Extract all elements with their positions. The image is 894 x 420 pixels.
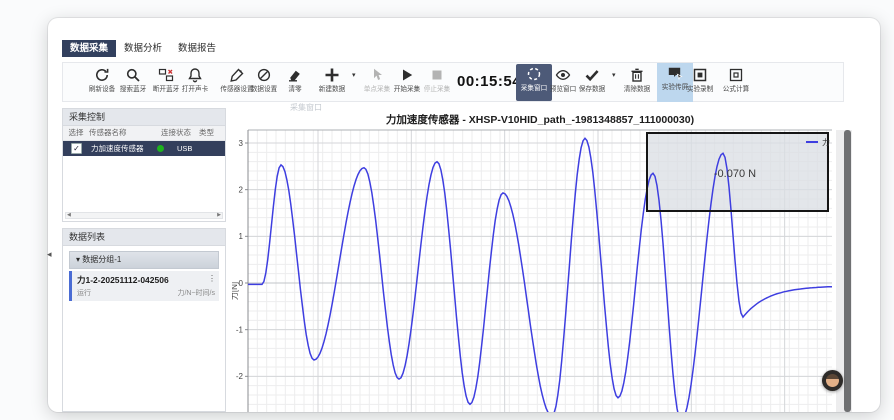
collection-control-title: 采集控制 [63, 109, 225, 126]
toolbar-button-停止采集[interactable]: 停止采集 [415, 65, 459, 99]
svg-text:2: 2 [239, 185, 244, 194]
chart-area: 采集窗口 力加速度传感器 - XHSP-V10HID_path_-1981348… [232, 102, 852, 412]
svg-text:-2: -2 [236, 372, 244, 381]
scroll-right-icon[interactable]: ▶ [217, 213, 221, 218]
eye-icon [555, 67, 571, 83]
toolbar-label: 停止采集 [416, 84, 458, 94]
collection-control-panel: 采集控制 选择传感器名称连接状态类型 ✓ 力加速度传感器 USB ◀ ▶ [62, 108, 226, 222]
toolbar-button-清除数据[interactable]: 清除数据 [615, 65, 659, 99]
sensor-type: USB [177, 144, 192, 153]
timer-display: 00:15:54 [457, 63, 511, 101]
vertical-scrollbar[interactable] [836, 130, 852, 412]
bluetooth-off-icon [158, 67, 174, 83]
page-background: 数据采集数据分析数据报告 00:15:54 刷新设备搜索蓝牙断开蓝牙打开声卡传感… [0, 0, 894, 420]
bell-icon [187, 67, 203, 83]
pointer-icon [369, 67, 385, 83]
record-icon [692, 67, 708, 83]
data-list-items: 力1-2-20251112-042506 运行 力/N~时间/s ⋮ [63, 271, 225, 301]
chart-title: 力加速度传感器 - XHSP-V10HID_path_-1981348857_1… [248, 112, 832, 127]
column-header-传感器名称: 传感器名称 [89, 126, 161, 140]
scrollbar-thumb[interactable] [844, 130, 851, 412]
data-item-name: 力1-2-20251112-042506 [77, 274, 215, 286]
data-group-row[interactable]: ▾ 数据分组-1 [69, 251, 219, 269]
horizontal-scrollbar[interactable]: ◀ ▶ [65, 212, 223, 219]
check-icon [584, 67, 600, 83]
sensor-table-header: 选择传感器名称连接状态类型 [63, 126, 225, 141]
toolbar-label: 公式计算 [715, 84, 757, 94]
data-list-title: 数据列表 [63, 229, 225, 246]
column-header-选择: 选择 [63, 126, 89, 140]
chevron-down-icon: ▾ [76, 255, 80, 264]
data-settings-icon [256, 67, 272, 83]
data-item-axes: 力/N~时间/s [177, 288, 215, 298]
column-header-类型: 类型 [199, 126, 223, 140]
toolbar-label: 打开声卡 [174, 84, 216, 94]
formula-icon [728, 67, 744, 83]
toolbar-button-打开声卡[interactable]: 打开声卡 [173, 65, 217, 99]
dashed-circle-icon [526, 66, 542, 82]
sensor-name: 力加速度传感器 [91, 143, 157, 154]
refresh-icon [94, 67, 110, 83]
data-list-panel: 数据列表 ▾ 数据分组-1 力1-2-20251112-042506 运行 力/N~… [62, 228, 226, 412]
toolbar-label: 清除数据 [616, 84, 658, 94]
column-header-连接状态: 连接状态 [161, 126, 199, 140]
data-item-status: 运行 [77, 288, 91, 298]
force-time-plot[interactable]: 3 2 1 0 -1 -2 力[N] -0.070 N 力 [232, 126, 852, 412]
marker-icon [287, 67, 303, 83]
avatar-face-icon [826, 374, 839, 387]
toolbar: 00:15:54 刷新设备搜索蓝牙断开蓝牙打开声卡传感器设置数据设置清零▾新建数… [62, 62, 844, 102]
value-annotation: -0.070 N [714, 168, 756, 180]
search-icon [125, 67, 141, 83]
svg-text:3: 3 [239, 139, 244, 148]
sensor-row[interactable]: ✓ 力加速度传感器 USB [63, 141, 225, 156]
svg-text:力[N]: 力[N] [232, 282, 239, 300]
stop-icon [429, 67, 445, 83]
data-list-item[interactable]: 力1-2-20251112-042506 运行 力/N~时间/s ⋮ [69, 271, 219, 301]
data-group-label: 数据分组-1 [82, 255, 121, 264]
play-icon [399, 67, 415, 83]
scroll-left-icon[interactable]: ◀ [67, 213, 71, 218]
plus-icon [324, 67, 340, 83]
sensor-table-body: ✓ 力加速度传感器 USB [63, 141, 225, 156]
trash-icon [629, 67, 645, 83]
toolbar-button-新建数据[interactable]: 新建数据 [310, 65, 354, 99]
app-window: 数据采集数据分析数据报告 00:15:54 刷新设备搜索蓝牙断开蓝牙打开声卡传感… [48, 18, 880, 412]
panel-collapse-arrow-icon[interactable]: ◂ [47, 249, 52, 260]
tab-bar: 数据采集数据分析数据报告 [62, 40, 224, 57]
item-menu-icon[interactable]: ⋮ [208, 274, 216, 283]
svg-text:0: 0 [239, 279, 244, 288]
svg-text:1: 1 [239, 232, 244, 241]
toolbar-button-保存数据[interactable]: 保存数据 [570, 65, 614, 99]
tab-数据报告[interactable]: 数据报告 [170, 40, 224, 57]
svg-text:-1: -1 [236, 325, 244, 334]
toolbar-label: 保存数据 [571, 84, 613, 94]
legend-label: 力 [822, 137, 830, 147]
sensor-checkbox[interactable]: ✓ [71, 143, 82, 154]
assistant-avatar-button[interactable] [822, 370, 843, 391]
status-dot-icon [157, 145, 164, 152]
toolbar-button-公式计算[interactable]: 公式计算 [714, 65, 758, 99]
tab-数据分析[interactable]: 数据分析 [116, 40, 170, 57]
toolbar-label: 新建数据 [311, 84, 353, 94]
tab-数据采集[interactable]: 数据采集 [62, 40, 116, 57]
